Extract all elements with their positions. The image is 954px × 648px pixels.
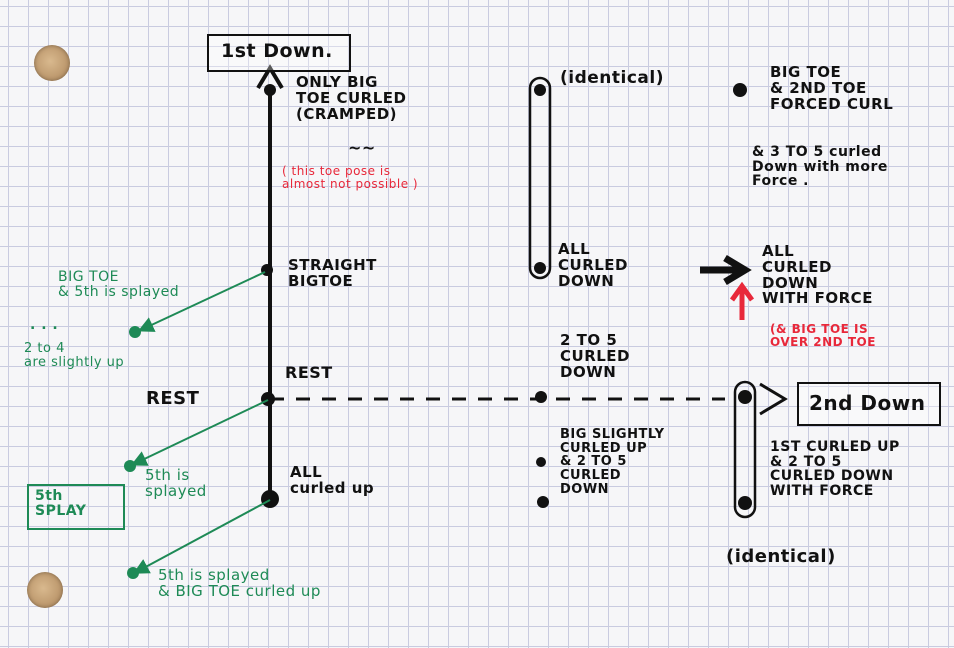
fifth-splay-box: 5th SPLAY bbox=[27, 484, 125, 530]
red-force-arrow bbox=[729, 281, 755, 320]
only-big-toe-label: ONLY BIG TOE CURLED (CRAMPED) bbox=[296, 73, 407, 123]
middle-node-curled bbox=[534, 262, 546, 274]
fifth-splay-label: 5th SPLAY bbox=[35, 488, 87, 519]
green-node-fifth-2 bbox=[127, 567, 139, 579]
middle-node-rest bbox=[535, 391, 547, 403]
middle-identical-label: (identical) bbox=[560, 68, 664, 88]
green-arrow-fifth-1 bbox=[130, 399, 269, 466]
node-all-curled-up bbox=[261, 490, 279, 508]
first-curled-up-label: 1st CURLED UP & 2 TO 5 CURLED DOWN WITH … bbox=[770, 439, 900, 500]
all-curled-up-label: ALL curled up bbox=[290, 463, 375, 497]
right-node-bottom bbox=[738, 496, 752, 510]
middle-node-b bbox=[537, 496, 549, 508]
first-down-label: 1st Down. bbox=[221, 40, 333, 62]
rest-mark-label: REST bbox=[285, 363, 333, 382]
green-node-splay bbox=[129, 326, 141, 338]
node-big-toe-curled bbox=[264, 84, 276, 96]
forced-curl-label: BIG TOE & 2nd TOE FORCED CURL bbox=[770, 63, 894, 113]
right-node-rest bbox=[738, 390, 752, 404]
tilde-mark: ~~ bbox=[348, 138, 376, 157]
right-identical-label: (identical) bbox=[726, 546, 836, 567]
second-pos-arrowhead bbox=[759, 382, 788, 416]
red-note-impossible: ( this toe pose is almost not possible ) bbox=[282, 164, 419, 191]
two-to-five-label: 2 TO 5 CURLED DOWN bbox=[560, 331, 630, 381]
green-arrow-fifth-2 bbox=[132, 499, 271, 574]
green-bigtoe-splayed: BIG TOE & 5th is splayed bbox=[58, 269, 180, 300]
three-to-five-label: & 3 TO 5 curled Down with more Force . bbox=[752, 144, 888, 190]
all-curled-force-label: ALL CURLED DOWN WITH FORCE bbox=[762, 242, 873, 308]
red-note-bigtoe-over: (& BIG TOE is over 2nd TOE bbox=[770, 322, 876, 349]
black-force-arrow bbox=[700, 254, 752, 286]
all-curled-down-label: ALL CURLED DOWN bbox=[558, 240, 628, 290]
node-straight-bigtoe bbox=[261, 264, 273, 276]
middle-node-top bbox=[534, 84, 546, 96]
second-down-label: 2nd Down bbox=[809, 391, 926, 415]
first-down-box: 1st Down. bbox=[207, 34, 351, 72]
rest-axis-label: REST bbox=[146, 388, 200, 409]
straight-bigtoe-label: STRAIGHT BIGTOE bbox=[288, 256, 377, 290]
right-node-top bbox=[733, 83, 747, 97]
green-node-fifth-1 bbox=[124, 460, 136, 472]
grid-paper: 1st Down. 2nd Down ONLY BIG TOE CURLED (… bbox=[0, 0, 954, 648]
middle-capsule bbox=[528, 76, 552, 280]
green-fifth-splayed-2: 5th is splayed & BIG TOE curled up bbox=[158, 566, 321, 600]
green-dots: . . . bbox=[30, 317, 59, 333]
green-two-to-four: 2 to 4 are slightly up bbox=[24, 341, 125, 370]
big-slightly-label: BIG SLIGHTLY CURLED UP & 2 TO 5 CURLED D… bbox=[560, 427, 665, 497]
middle-node-a bbox=[536, 457, 546, 467]
green-fifth-splayed-1: 5th is splayed bbox=[145, 466, 207, 500]
second-down-box: 2nd Down bbox=[797, 382, 941, 426]
